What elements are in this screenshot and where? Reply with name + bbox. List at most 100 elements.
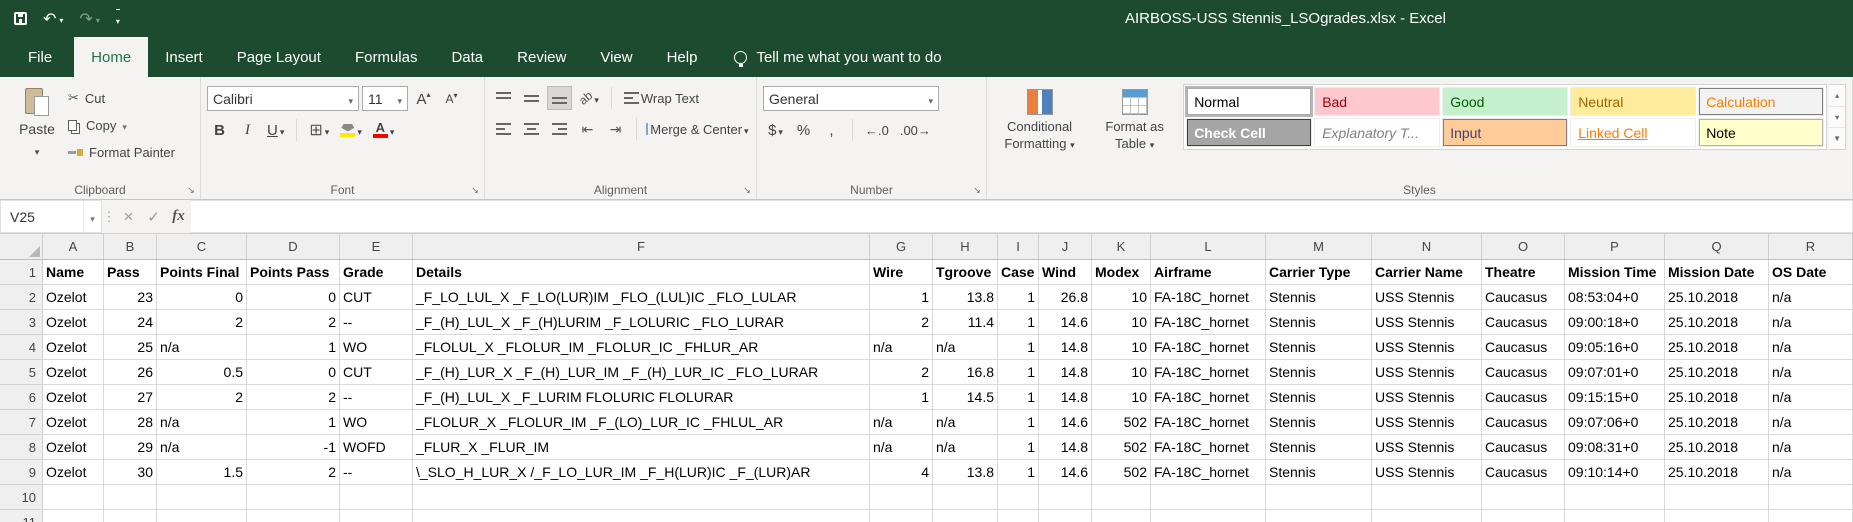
cell-B1[interactable]: Pass <box>104 260 157 285</box>
borders-button[interactable] <box>305 118 333 142</box>
row-header-6[interactable]: 6 <box>0 385 43 410</box>
cell-F8[interactable]: _FLUR_X _FLUR_IM <box>413 435 870 460</box>
number-dialog-launcher[interactable] <box>970 183 984 197</box>
cell-A1[interactable]: Name <box>43 260 104 285</box>
cell-H1[interactable]: Tgroove <box>933 260 998 285</box>
cell-J5[interactable]: 14.8 <box>1039 360 1092 385</box>
cell-A8[interactable]: Ozelot <box>43 435 104 460</box>
cell-K10[interactable] <box>1092 485 1151 510</box>
cell-F3[interactable]: _F_(H)_LUL_X _F_(H)LURIM _F_LOLURIC _FLO… <box>413 310 870 335</box>
cell-C11[interactable] <box>157 510 247 522</box>
column-header-c[interactable]: C <box>157 234 247 259</box>
column-header-o[interactable]: O <box>1482 234 1565 259</box>
cell-Q1[interactable]: Mission Date <box>1665 260 1769 285</box>
cell-C2[interactable]: 0 <box>157 285 247 310</box>
formula-input[interactable] <box>191 200 1853 233</box>
tab-help[interactable]: Help <box>650 37 715 77</box>
cell-O2[interactable]: Caucasus <box>1482 285 1565 310</box>
cell-E2[interactable]: CUT <box>340 285 413 310</box>
cell-C1[interactable]: Points Final <box>157 260 247 285</box>
cell-J10[interactable] <box>1039 485 1092 510</box>
clipboard-dialog-launcher[interactable] <box>184 183 198 197</box>
column-header-f[interactable]: F <box>413 234 870 259</box>
percent-style-button[interactable]: % <box>791 118 816 142</box>
cell-O8[interactable]: Caucasus <box>1482 435 1565 460</box>
underline-button[interactable]: U <box>263 118 288 142</box>
column-header-m[interactable]: M <box>1266 234 1372 259</box>
tab-review[interactable]: Review <box>500 37 583 77</box>
cell-C10[interactable] <box>157 485 247 510</box>
align-right-button[interactable] <box>547 117 572 141</box>
insert-function-button[interactable]: fx <box>166 200 191 233</box>
cell-I6[interactable]: 1 <box>998 385 1039 410</box>
cell-J6[interactable]: 14.8 <box>1039 385 1092 410</box>
cell-R2[interactable]: n/a <box>1769 285 1853 310</box>
cell-F4[interactable]: _FLOLUL_X _FLOLUR_IM _FLOLUR_IC _FHLUR_A… <box>413 335 870 360</box>
column-header-a[interactable]: A <box>43 234 104 259</box>
middle-align-button[interactable] <box>519 86 544 110</box>
cell-N10[interactable] <box>1372 485 1482 510</box>
style-neutral[interactable]: Neutral <box>1570 87 1696 116</box>
row-header-5[interactable]: 5 <box>0 360 43 385</box>
column-header-g[interactable]: G <box>870 234 933 259</box>
cell-Q2[interactable]: 25.10.2018 <box>1665 285 1769 310</box>
cut-button[interactable]: Cut <box>68 88 175 108</box>
cell-O3[interactable]: Caucasus <box>1482 310 1565 335</box>
style-normal[interactable]: Normal <box>1186 87 1312 116</box>
name-box-dropdown[interactable] <box>83 201 101 232</box>
orientation-button[interactable] <box>575 86 603 110</box>
cell-G5[interactable]: 2 <box>870 360 933 385</box>
cell-E6[interactable]: -- <box>340 385 413 410</box>
cell-G11[interactable] <box>870 510 933 522</box>
row-header-2[interactable]: 2 <box>0 285 43 310</box>
format-as-table-button[interactable]: Format as Table <box>1088 84 1181 179</box>
cell-D8[interactable]: -1 <box>247 435 340 460</box>
cell-B3[interactable]: 24 <box>104 310 157 335</box>
cell-I4[interactable]: 1 <box>998 335 1039 360</box>
name-box[interactable]: V25 <box>0 200 102 233</box>
cell-M10[interactable] <box>1266 485 1372 510</box>
cell-E4[interactable]: WO <box>340 335 413 360</box>
cell-K6[interactable]: 10 <box>1092 385 1151 410</box>
cell-E5[interactable]: CUT <box>340 360 413 385</box>
conditional-formatting-button[interactable]: Conditional Formatting <box>993 84 1086 179</box>
wrap-text-button[interactable]: Wrap Text <box>620 86 703 110</box>
cell-D9[interactable]: 2 <box>247 460 340 485</box>
cell-D1[interactable]: Points Pass <box>247 260 340 285</box>
cell-G2[interactable]: 1 <box>870 285 933 310</box>
cell-F2[interactable]: _F_LO_LUL_X _F_LO(LUR)IM _FLO_(LUL)IC _F… <box>413 285 870 310</box>
cell-E7[interactable]: WO <box>340 410 413 435</box>
cell-C6[interactable]: 2 <box>157 385 247 410</box>
column-header-p[interactable]: P <box>1565 234 1665 259</box>
cell-Q10[interactable] <box>1665 485 1769 510</box>
decrease-font-size-button[interactable] <box>439 87 464 111</box>
customize-qat-button[interactable] <box>116 9 120 29</box>
cell-N6[interactable]: USS Stennis <box>1372 385 1482 410</box>
cell-E11[interactable] <box>340 510 413 522</box>
paste-button[interactable]: Paste <box>6 81 68 179</box>
cell-G3[interactable]: 2 <box>870 310 933 335</box>
cell-R11[interactable] <box>1769 510 1853 522</box>
cell-A6[interactable]: Ozelot <box>43 385 104 410</box>
cell-I1[interactable]: Case <box>998 260 1039 285</box>
cell-R1[interactable]: OS Date <box>1769 260 1853 285</box>
cell-Q8[interactable]: 25.10.2018 <box>1665 435 1769 460</box>
cell-I11[interactable] <box>998 510 1039 522</box>
cell-Q11[interactable] <box>1665 510 1769 522</box>
row-header-9[interactable]: 9 <box>0 460 43 485</box>
cell-L2[interactable]: FA-18C_hornet <box>1151 285 1266 310</box>
decrease-decimal-button[interactable]: .00→ <box>896 118 935 142</box>
cell-D6[interactable]: 2 <box>247 385 340 410</box>
cell-P11[interactable] <box>1565 510 1665 522</box>
cell-N2[interactable]: USS Stennis <box>1372 285 1482 310</box>
cancel-button[interactable] <box>116 200 141 233</box>
cell-R4[interactable]: n/a <box>1769 335 1853 360</box>
style-input[interactable]: Input <box>1442 118 1568 147</box>
increase-indent-button[interactable] <box>603 117 628 141</box>
tab-file[interactable]: File <box>6 37 74 77</box>
cell-M4[interactable]: Stennis <box>1266 335 1372 360</box>
cell-A2[interactable]: Ozelot <box>43 285 104 310</box>
cell-E10[interactable] <box>340 485 413 510</box>
cell-M8[interactable]: Stennis <box>1266 435 1372 460</box>
cell-A7[interactable]: Ozelot <box>43 410 104 435</box>
